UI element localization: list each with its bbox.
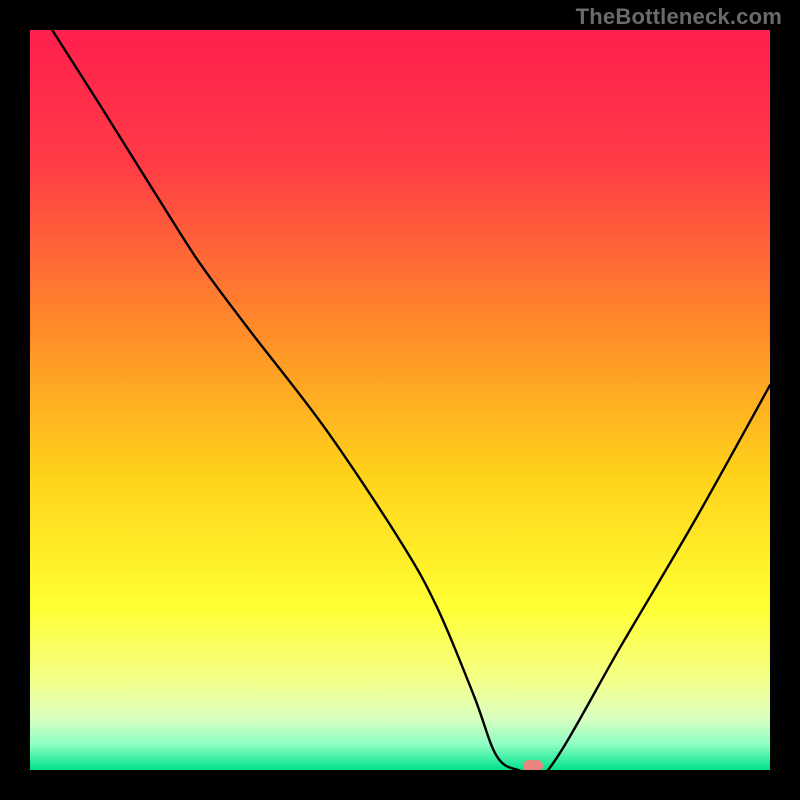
optimal-point-marker <box>523 760 543 770</box>
bottleneck-curve <box>30 30 770 770</box>
chart-frame: TheBottleneck.com <box>0 0 800 800</box>
plot-area <box>30 30 770 770</box>
watermark-label: TheBottleneck.com <box>576 4 782 30</box>
